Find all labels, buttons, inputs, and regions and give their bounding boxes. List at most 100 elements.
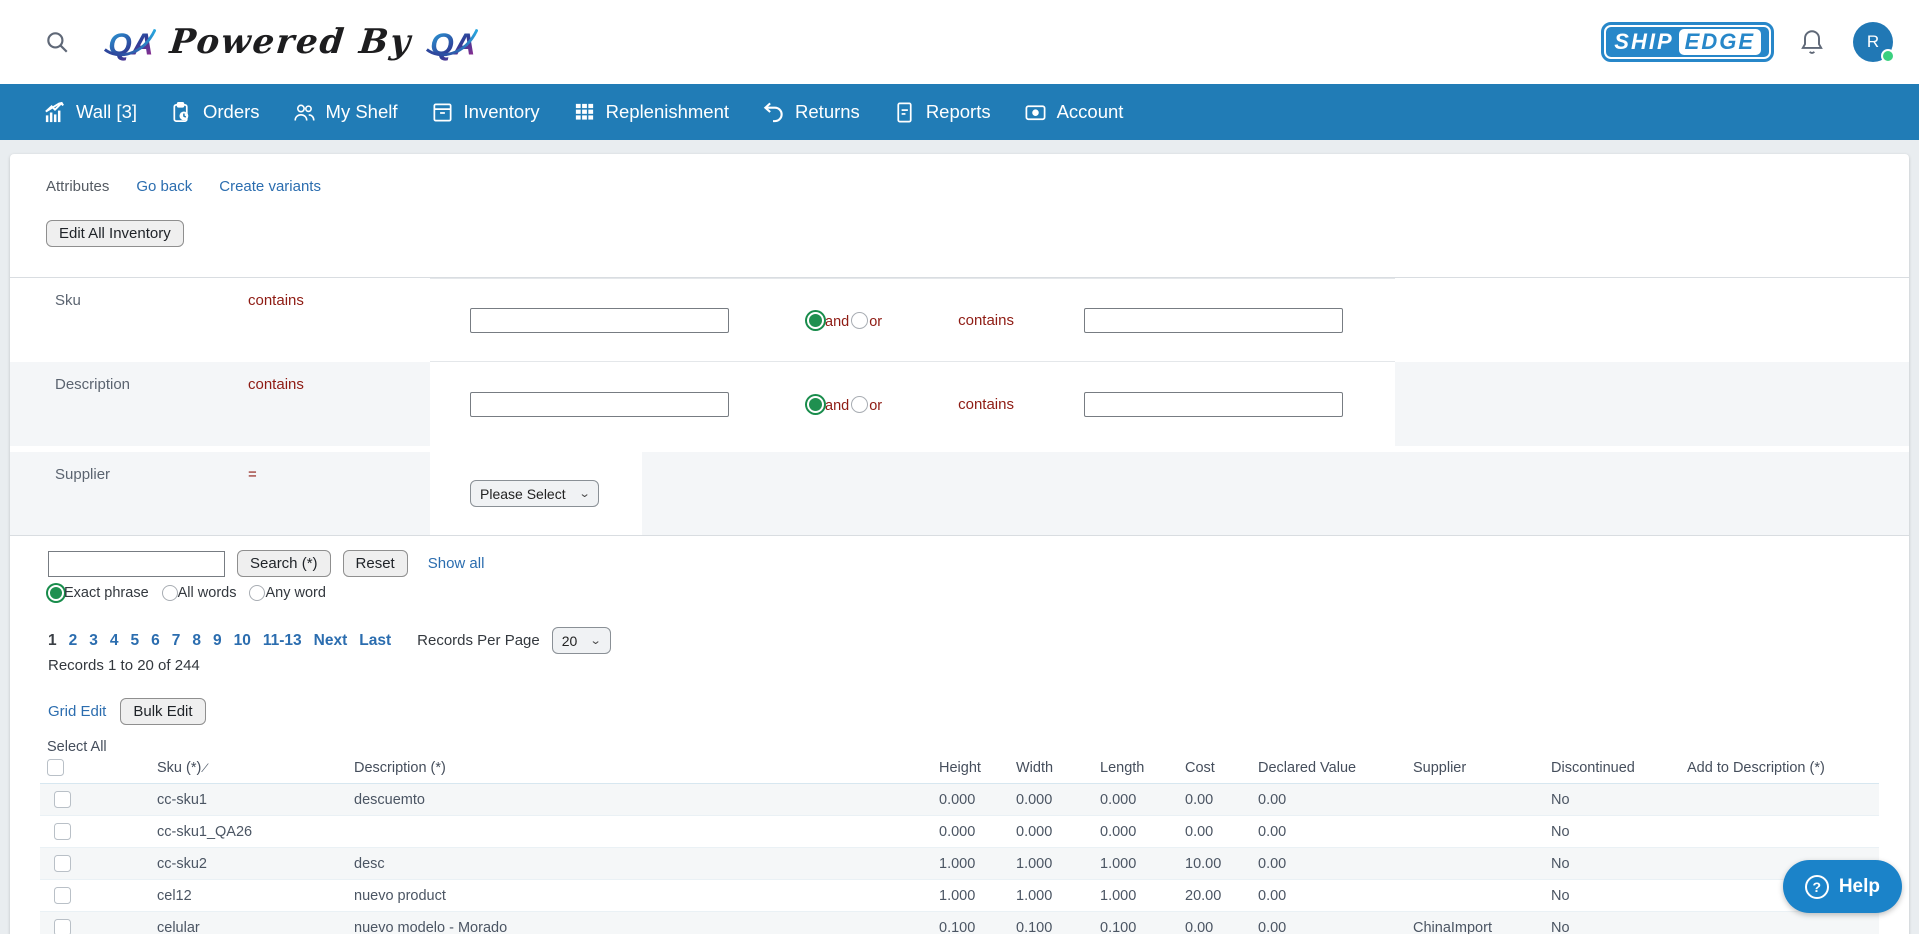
pagination-page-link[interactable]: 6: [151, 632, 160, 650]
or-radio[interactable]: [851, 312, 868, 329]
pagination-row: 1 234567891011-13 Next Last Records Per …: [48, 627, 1909, 654]
cell-discontinued: No: [1551, 848, 1687, 880]
main-nav: Wall [3] Orders My Shelf Inventory Reple…: [0, 84, 1919, 140]
cell-cost: 0.00: [1185, 912, 1258, 934]
col-header-sku[interactable]: Sku (*)⁄: [157, 739, 354, 784]
or-radio[interactable]: [851, 396, 868, 413]
shipedge-edge-text: EDGE: [1679, 29, 1761, 55]
powered-by-text: Powered By: [168, 22, 414, 62]
nav-item-wall[interactable]: Wall [3]: [43, 101, 137, 124]
pagination-page-link[interactable]: 2: [69, 632, 78, 650]
sort-icon: ⁄: [204, 761, 206, 775]
table-header-row: Select All Sku (*)⁄ Description (*) Heig…: [40, 739, 1879, 784]
nav-item-inventory[interactable]: Inventory: [431, 101, 540, 124]
grid-tools: Grid Edit Bulk Edit: [48, 698, 1909, 725]
question-mark-icon: ?: [1805, 875, 1829, 899]
search-button[interactable]: Search (*): [237, 550, 331, 577]
pagination-last-link[interactable]: Last: [359, 632, 391, 650]
row-checkbox[interactable]: [54, 791, 71, 808]
select-all-checkbox[interactable]: [47, 759, 64, 776]
pagination-page-link[interactable]: 4: [110, 632, 119, 650]
table-row: cc-sku2 desc 1.000 1.000 1.000 10.00 0.0…: [40, 848, 1879, 880]
cell-supplier: [1413, 848, 1551, 880]
sku-filter-input-2[interactable]: [1084, 308, 1343, 333]
col-header-length[interactable]: Length: [1100, 739, 1185, 784]
col-header-declared-value[interactable]: Declared Value: [1258, 739, 1413, 784]
nav-label: Replenishment: [606, 101, 729, 123]
records-per-page-select[interactable]: 20 ⌄: [552, 627, 611, 654]
description-filter-input-2[interactable]: [1084, 392, 1343, 417]
search-input[interactable]: [48, 551, 225, 577]
pagination-page-link[interactable]: 10: [234, 632, 251, 650]
cell-sku: celular: [157, 912, 354, 934]
show-all-link[interactable]: Show all: [428, 555, 485, 572]
notifications-bell-icon[interactable]: [1799, 28, 1825, 56]
description-filter-input-1[interactable]: [470, 392, 729, 417]
pagination: 1 234567891011-13 Next Last: [48, 632, 391, 650]
nav-item-returns[interactable]: Returns: [762, 101, 860, 124]
exact-phrase-radio[interactable]: [48, 585, 64, 601]
filter-row-sku: Sku contains and or contains: [10, 278, 1909, 362]
cell-supplier: [1413, 816, 1551, 848]
table-row: cc-sku1 descuemto 0.000 0.000 0.000 0.00…: [40, 784, 1879, 816]
row-checkbox[interactable]: [54, 919, 71, 934]
all-words-radio[interactable]: [162, 585, 178, 601]
filter-operator: =: [248, 452, 430, 535]
cell-description: desc: [354, 848, 939, 880]
row-checkbox[interactable]: [54, 855, 71, 872]
help-button[interactable]: ? Help: [1783, 860, 1902, 913]
create-variants-link[interactable]: Create variants: [219, 178, 321, 195]
pagination-page-link[interactable]: 8: [192, 632, 201, 650]
supplier-select[interactable]: Please Select ⌄: [470, 480, 599, 507]
filter-operator-2: contains: [958, 312, 1014, 329]
pagination-page-link[interactable]: 9: [213, 632, 222, 650]
reset-button[interactable]: Reset: [343, 550, 408, 577]
search-icon[interactable]: [44, 29, 70, 55]
col-header-width[interactable]: Width: [1016, 739, 1100, 784]
col-header-height[interactable]: Height: [939, 739, 1016, 784]
nav-item-reports[interactable]: Reports: [893, 101, 991, 124]
and-label: and: [825, 314, 849, 330]
edit-all-inventory-button[interactable]: Edit All Inventory: [46, 220, 184, 247]
nav-item-orders[interactable]: Orders: [170, 101, 260, 124]
cell-declared-value: 0.00: [1258, 848, 1413, 880]
pagination-page-link[interactable]: 5: [131, 632, 140, 650]
pagination-page-link[interactable]: 7: [172, 632, 181, 650]
pagination-page-link[interactable]: 11-13: [263, 632, 302, 650]
sku-filter-input-1[interactable]: [470, 308, 729, 333]
nav-label: Inventory: [464, 101, 540, 123]
nav-label: Reports: [926, 101, 991, 123]
nav-item-replenishment[interactable]: Replenishment: [573, 101, 729, 124]
col-header-description[interactable]: Description (*): [354, 739, 939, 784]
filter-field-label: Supplier: [10, 452, 248, 535]
row-checkbox[interactable]: [54, 823, 71, 840]
col-header-add-to-description[interactable]: Add to Description (*): [1687, 739, 1879, 784]
nav-item-account[interactable]: Account: [1024, 101, 1124, 124]
cell-width: 1.000: [1016, 848, 1100, 880]
bulk-edit-button[interactable]: Bulk Edit: [120, 698, 205, 725]
cell-description: descuemto: [354, 784, 939, 816]
cell-sku: cc-sku1_QA26: [157, 816, 354, 848]
go-back-link[interactable]: Go back: [136, 178, 192, 195]
row-checkbox[interactable]: [54, 887, 71, 904]
col-header-cost[interactable]: Cost: [1185, 739, 1258, 784]
cell-add-to-description: [1687, 912, 1879, 934]
cell-length: 0.000: [1100, 784, 1185, 816]
nav-label: My Shelf: [326, 101, 398, 123]
pagination-page-link[interactable]: 3: [89, 632, 98, 650]
undo-arrow-icon: [762, 101, 785, 124]
col-header-supplier[interactable]: Supplier: [1413, 739, 1551, 784]
nav-item-my-shelf[interactable]: My Shelf: [293, 101, 398, 124]
archive-box-icon: [431, 101, 454, 124]
and-label: and: [825, 398, 849, 414]
grid-edit-link[interactable]: Grid Edit: [48, 703, 106, 720]
and-radio[interactable]: [807, 312, 824, 329]
any-word-radio[interactable]: [249, 585, 265, 601]
filter-field-label: Sku: [10, 278, 248, 362]
and-radio[interactable]: [807, 396, 824, 413]
filter-operator: contains: [248, 278, 430, 362]
avatar[interactable]: R: [1853, 22, 1893, 62]
col-header-discontinued[interactable]: Discontinued: [1551, 739, 1687, 784]
pagination-next-link[interactable]: Next: [314, 632, 348, 650]
chevron-down-icon: ⌄: [578, 487, 590, 500]
